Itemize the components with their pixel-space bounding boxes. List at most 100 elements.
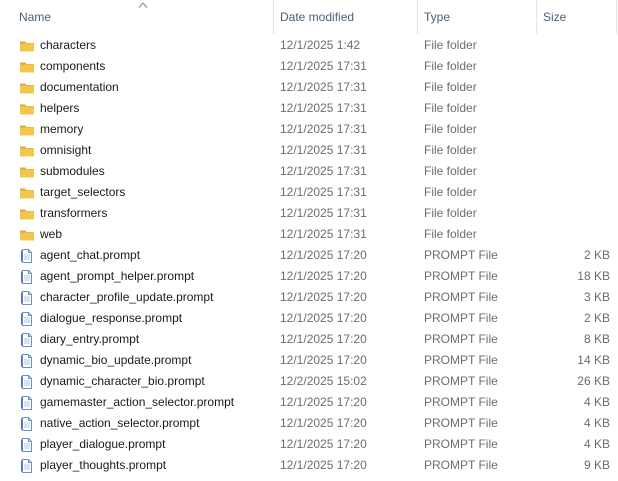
item-date-modified: 12/1/2025 17:20 <box>280 395 367 409</box>
folder-icon <box>19 59 35 75</box>
folder-row[interactable]: web 12/1/2025 17:31 File folder <box>0 224 618 245</box>
folder-row[interactable]: documentation 12/1/2025 17:31 File folder <box>0 77 618 98</box>
item-name: agent_chat.prompt <box>40 248 141 262</box>
item-name: gamemaster_action_selector.prompt <box>40 395 235 409</box>
file-rows: characters 12/1/2025 1:42 File folder compo… <box>0 35 618 476</box>
prompt-file-icon <box>19 374 35 390</box>
folder-icon <box>19 227 35 243</box>
item-date-modified: 12/2/2025 15:02 <box>280 374 367 388</box>
item-type: File folder <box>424 185 477 199</box>
item-size: 9 KB <box>583 458 610 472</box>
file-row[interactable]: dynamic_character_bio.prompt 12/2/2025 15… <box>0 371 618 392</box>
item-size: 4 KB <box>583 395 610 409</box>
item-size: 18 KB <box>577 269 610 283</box>
prompt-file-icon <box>19 353 35 369</box>
item-name: player_thoughts.prompt <box>40 458 167 472</box>
column-divider[interactable] <box>616 0 617 34</box>
folder-icon <box>19 122 35 138</box>
folder-row[interactable]: target_selectors 12/1/2025 17:31 File fold… <box>0 182 618 203</box>
prompt-file-icon <box>19 437 35 453</box>
file-row[interactable]: native_action_selector.prompt 12/1/2025 1… <box>0 413 618 434</box>
folder-row[interactable]: characters 12/1/2025 1:42 File folder <box>0 35 618 56</box>
column-header-date-label: Date modified <box>280 10 355 24</box>
item-size: 2 KB <box>583 248 610 262</box>
item-type: File folder <box>424 206 477 220</box>
item-size: 4 KB <box>583 416 610 430</box>
item-size: 14 KB <box>577 353 610 367</box>
folder-row[interactable]: helpers 12/1/2025 17:31 File folder <box>0 98 618 119</box>
item-date-modified: 12/1/2025 17:31 <box>280 227 367 241</box>
item-date-modified: 12/1/2025 17:31 <box>280 143 367 157</box>
item-type: PROMPT File <box>424 332 498 346</box>
item-date-modified: 12/1/2025 17:20 <box>280 248 367 262</box>
item-type: PROMPT File <box>424 437 498 451</box>
item-size: 8 KB <box>583 332 610 346</box>
prompt-file-icon <box>19 416 35 432</box>
column-header-bar: Name Date modified Type Size <box>0 0 618 34</box>
item-date-modified: 12/1/2025 17:20 <box>280 332 367 346</box>
column-header-date-modified[interactable]: Date modified <box>274 0 417 34</box>
item-type: PROMPT File <box>424 416 498 430</box>
folder-icon <box>19 101 35 117</box>
item-type: File folder <box>424 101 477 115</box>
item-type: PROMPT File <box>424 374 498 388</box>
item-size: 2 KB <box>583 311 610 325</box>
folder-row[interactable]: memory 12/1/2025 17:31 File folder <box>0 119 618 140</box>
file-row[interactable]: dynamic_bio_update.prompt 12/1/2025 17:20… <box>0 350 618 371</box>
item-date-modified: 12/1/2025 17:31 <box>280 101 367 115</box>
item-name: native_action_selector.prompt <box>40 416 200 430</box>
item-date-modified: 12/1/2025 17:31 <box>280 164 367 178</box>
item-name: transformers <box>40 206 108 220</box>
item-name: character_profile_update.prompt <box>40 290 214 304</box>
file-row[interactable]: diary_entry.prompt 12/1/2025 17:20 PROMPT … <box>0 329 618 350</box>
item-type: PROMPT File <box>424 458 498 472</box>
item-date-modified: 12/1/2025 17:20 <box>280 416 367 430</box>
prompt-file-icon <box>19 311 35 327</box>
folder-row[interactable]: submodules 12/1/2025 17:31 File folder <box>0 161 618 182</box>
item-name: web <box>40 227 63 241</box>
item-size: 4 KB <box>583 437 610 451</box>
file-row[interactable]: player_dialogue.prompt 12/1/2025 17:20 PRO… <box>0 434 618 455</box>
file-row[interactable]: agent_prompt_helper.prompt 12/1/2025 17:2… <box>0 266 618 287</box>
column-header-size[interactable]: Size <box>537 0 616 34</box>
file-row[interactable]: gamemaster_action_selector.prompt 12/1/20… <box>0 392 618 413</box>
folder-row[interactable]: omnisight 12/1/2025 17:31 File folder <box>0 140 618 161</box>
folder-row[interactable]: transformers 12/1/2025 17:31 File folder <box>0 203 618 224</box>
folder-row[interactable]: components 12/1/2025 17:31 File folder <box>0 56 618 77</box>
item-date-modified: 12/1/2025 1:42 <box>280 38 361 52</box>
item-type: PROMPT File <box>424 395 498 409</box>
item-name: omnisight <box>40 143 92 157</box>
item-name: target_selectors <box>40 185 126 199</box>
item-name: dynamic_bio_update.prompt <box>40 353 192 367</box>
sort-ascending-icon <box>138 2 148 8</box>
prompt-file-icon <box>19 458 35 474</box>
item-name: agent_prompt_helper.prompt <box>40 269 195 283</box>
folder-icon <box>19 38 35 54</box>
item-type: File folder <box>424 38 477 52</box>
item-name: memory <box>40 122 84 136</box>
column-header-type[interactable]: Type <box>418 0 536 34</box>
item-date-modified: 12/1/2025 17:20 <box>280 458 367 472</box>
file-row[interactable]: dialogue_response.prompt 12/1/2025 17:20 P… <box>0 308 618 329</box>
prompt-file-icon <box>19 395 35 411</box>
folder-icon <box>19 185 35 201</box>
item-type: File folder <box>424 143 477 157</box>
item-type: File folder <box>424 164 477 178</box>
file-row[interactable]: agent_chat.prompt 12/1/2025 17:20 PROMPT F… <box>0 245 618 266</box>
item-name: characters <box>40 38 97 52</box>
item-date-modified: 12/1/2025 17:20 <box>280 290 367 304</box>
prompt-file-icon <box>19 248 35 264</box>
file-row[interactable]: player_thoughts.prompt 12/1/2025 17:20 PRO… <box>0 455 618 476</box>
item-date-modified: 12/1/2025 17:20 <box>280 353 367 367</box>
item-name: diary_entry.prompt <box>40 332 140 346</box>
item-date-modified: 12/1/2025 17:31 <box>280 206 367 220</box>
prompt-file-icon <box>19 332 35 348</box>
column-header-size-label: Size <box>543 10 567 24</box>
item-size: 3 KB <box>583 290 610 304</box>
item-type: PROMPT File <box>424 311 498 325</box>
item-type: File folder <box>424 122 477 136</box>
file-row[interactable]: character_profile_update.prompt 12/1/2025… <box>0 287 618 308</box>
item-type: File folder <box>424 59 477 73</box>
item-date-modified: 12/1/2025 17:31 <box>280 59 367 73</box>
item-date-modified: 12/1/2025 17:31 <box>280 80 367 94</box>
